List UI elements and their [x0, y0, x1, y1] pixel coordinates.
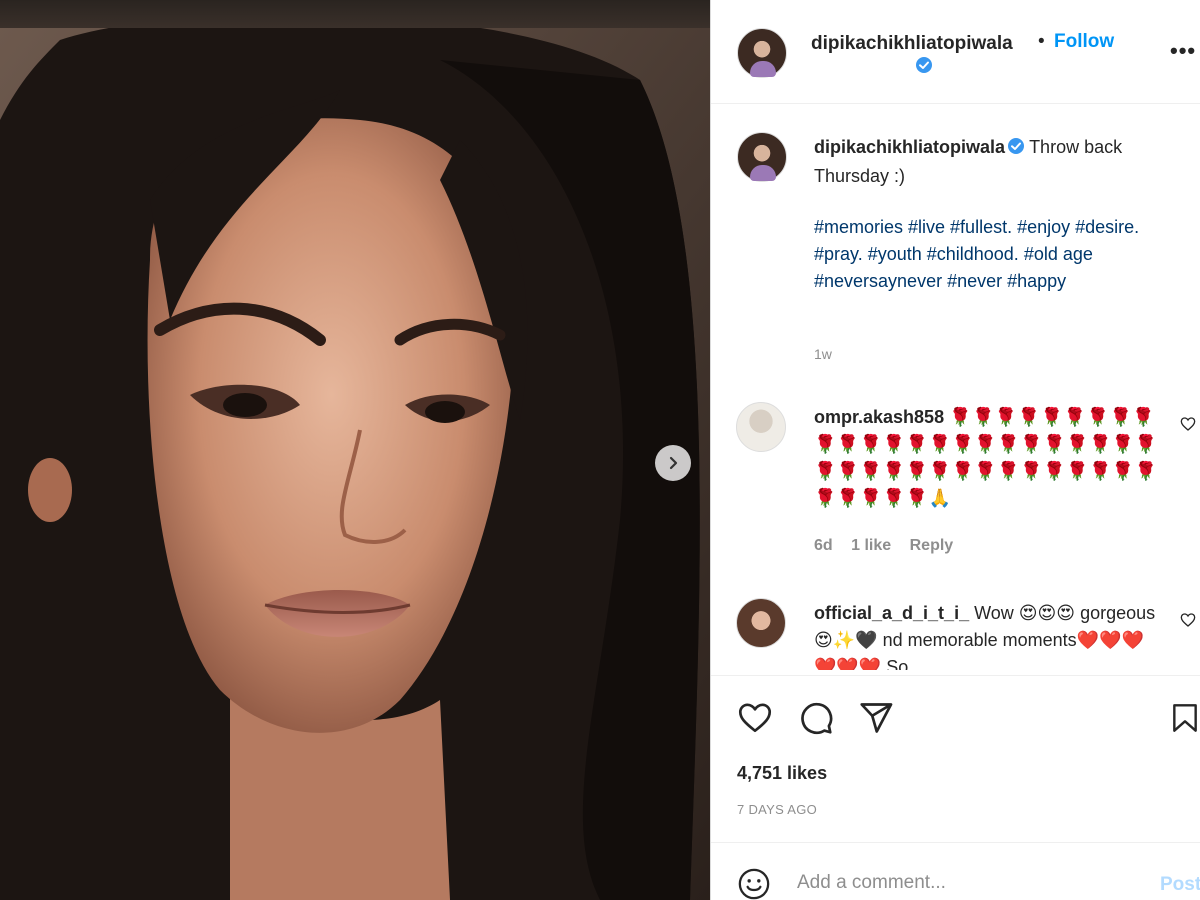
- follow-button[interactable]: Follow: [1054, 31, 1114, 53]
- heart-icon[interactable]: [736, 700, 774, 741]
- reply-button[interactable]: Reply: [910, 537, 954, 554]
- post-timestamp: 7 DAYS AGO: [737, 802, 818, 817]
- post-comment-button[interactable]: Post: [1160, 874, 1200, 896]
- portrait-image: [0, 0, 710, 900]
- next-photo-button[interactable]: [655, 445, 691, 481]
- bookmark-icon[interactable]: [1169, 700, 1200, 741]
- comment-item: ompr.akash858 🌹🌹🌹🌹🌹🌹🌹🌹🌹🌹🌹🌹🌹🌹🌹🌹🌹🌹🌹🌹🌹🌹🌹🌹🌹🌹…: [814, 404, 1164, 512]
- more-options-icon[interactable]: •••: [1170, 38, 1196, 64]
- verified-badge-icon: [915, 56, 933, 79]
- chevron-right-icon: [669, 456, 678, 470]
- comment-input[interactable]: [797, 869, 1137, 897]
- comment-item: official_a_d_i_t_i_ Wow 😍😍😍 gorgeous😍✨🖤 …: [814, 600, 1164, 670]
- caption-hashtags[interactable]: #memories #live #fullest. #enjoy #desire…: [814, 214, 1184, 295]
- author-avatar[interactable]: [737, 28, 787, 78]
- likes-count[interactable]: 4,751 likes: [737, 763, 827, 784]
- composer-divider: [711, 842, 1200, 843]
- action-bar: 4,751 likes 7 DAYS AGO: [711, 670, 1200, 840]
- caption-time[interactable]: 1w: [814, 346, 832, 362]
- comment-composer: Post: [711, 855, 1200, 900]
- heart-icon[interactable]: [1180, 416, 1196, 437]
- comment-meta: 6d 1 like Reply: [814, 537, 967, 555]
- caption: dipikachikhliatopiwala Throw back Thursda…: [814, 134, 1184, 190]
- post-sidebar: dipikachikhliatopiwala • Follow ••• dipi…: [711, 0, 1200, 900]
- comment-icon[interactable]: [798, 700, 834, 741]
- comment-time[interactable]: 6d: [814, 537, 833, 554]
- smiley-icon[interactable]: [737, 867, 771, 900]
- photo-top-strip: [0, 0, 710, 28]
- heart-icon[interactable]: [1180, 612, 1196, 633]
- comment-username[interactable]: official_a_d_i_t_i_: [814, 603, 969, 623]
- post-header: dipikachikhliatopiwala • Follow •••: [711, 0, 1200, 104]
- comment-likes[interactable]: 1 like: [851, 537, 891, 554]
- post-photo[interactable]: [0, 0, 710, 900]
- separator-dot: •: [1038, 31, 1045, 52]
- comments-list[interactable]: dipikachikhliatopiwala Throw back Thursda…: [711, 104, 1200, 670]
- verified-badge-icon: [1007, 136, 1025, 163]
- caption-avatar[interactable]: [737, 132, 787, 182]
- caption-username[interactable]: dipikachikhliatopiwala: [814, 137, 1005, 157]
- commenter-avatar[interactable]: [736, 402, 786, 452]
- author-username[interactable]: dipikachikhliatopiwala: [811, 33, 1013, 55]
- commenter-avatar[interactable]: [736, 598, 786, 648]
- paper-plane-icon[interactable]: [858, 700, 894, 741]
- comment-username[interactable]: ompr.akash858: [814, 407, 944, 427]
